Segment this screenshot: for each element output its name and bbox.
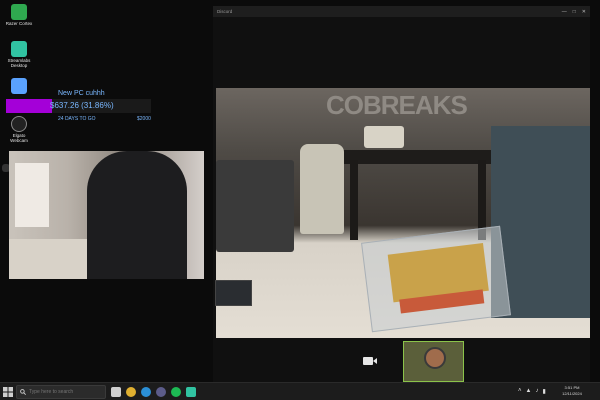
spotify-icon[interactable] xyxy=(171,387,181,397)
search-icon xyxy=(20,389,26,395)
desktop-icon-streamlabs[interactable]: Streamlabs Desktop xyxy=(4,41,34,68)
bed xyxy=(9,239,99,279)
shelf xyxy=(343,150,493,164)
desktop-icon-app[interactable] xyxy=(4,78,34,94)
taskbar-search[interactable] xyxy=(16,385,106,399)
desktop-icon-elgato-webcam[interactable]: Elgato Webcam xyxy=(4,116,34,143)
webcam-icon xyxy=(11,116,27,132)
window-title: Discord xyxy=(217,9,233,14)
razer-cortex-icon xyxy=(11,4,27,20)
windows-start-icon[interactable] xyxy=(3,387,13,397)
desktop-icon-label: Elgato Webcam xyxy=(10,133,28,143)
maximize-icon[interactable]: □ xyxy=(573,9,576,15)
desktop-icon-razer-cortex[interactable]: Razer Cortex xyxy=(4,4,34,26)
search-input[interactable] xyxy=(29,389,99,395)
system-tray: ˄ ▲ ♪ ▮ xyxy=(518,388,546,395)
call-controls-bar xyxy=(213,338,590,382)
goal-title: New PC cuhhh xyxy=(58,90,105,97)
person xyxy=(87,151,187,279)
battery-icon[interactable]: ▮ xyxy=(542,388,545,395)
taskbar: ˄ ▲ ♪ ▮ 3:51 PM 12/11/2024 xyxy=(0,382,600,400)
close-icon[interactable]: ✕ xyxy=(582,9,586,15)
graded-cards xyxy=(361,225,511,333)
avatar xyxy=(424,347,446,369)
goal-days-left: 24 DAYS TO GO xyxy=(58,116,96,122)
network-icon[interactable]: ▲ xyxy=(526,388,532,395)
volume-icon[interactable]: ♪ xyxy=(535,388,538,395)
goal-target: $2000 xyxy=(137,116,151,122)
goal-progress-fill xyxy=(6,99,53,113)
main-video-feed[interactable]: COBREAKS xyxy=(216,88,590,338)
shelf-leg xyxy=(350,160,358,240)
window-light xyxy=(15,163,49,227)
obs-icon[interactable] xyxy=(156,387,166,397)
printer xyxy=(216,160,294,252)
window-titlebar[interactable]: Discord — □ ✕ xyxy=(213,6,590,17)
clock-date: 12/11/2024 xyxy=(562,391,582,396)
goal-amount: $637.26 (31.86%) xyxy=(50,101,114,110)
task-view-icon[interactable] xyxy=(111,387,121,397)
desktop-icon-label: Streamlabs Desktop xyxy=(7,58,31,68)
cup xyxy=(364,126,404,148)
webcam-feed xyxy=(9,151,204,279)
edge-icon[interactable] xyxy=(141,387,151,397)
app-icon xyxy=(11,78,27,94)
document-thumbnail xyxy=(215,280,252,306)
taskbar-clock[interactable]: 3:51 PM 12/11/2024 xyxy=(560,385,584,397)
wall-sign-text: COBREAKS xyxy=(326,90,468,120)
chrome-icon[interactable] xyxy=(126,387,136,397)
desktop-icon-label: Razer Cortex xyxy=(5,21,33,26)
chevron-up-icon[interactable]: ˄ xyxy=(518,388,522,395)
minimize-icon[interactable]: — xyxy=(562,9,567,15)
participant-tile[interactable] xyxy=(403,341,464,382)
desktop: Razer Cortex Streamlabs Desktop Elgato W… xyxy=(0,0,600,382)
water-jug xyxy=(300,144,344,234)
video-camera-icon[interactable] xyxy=(362,355,378,367)
streamlabs-icon xyxy=(11,41,27,57)
streamlabs-icon[interactable] xyxy=(186,387,196,397)
